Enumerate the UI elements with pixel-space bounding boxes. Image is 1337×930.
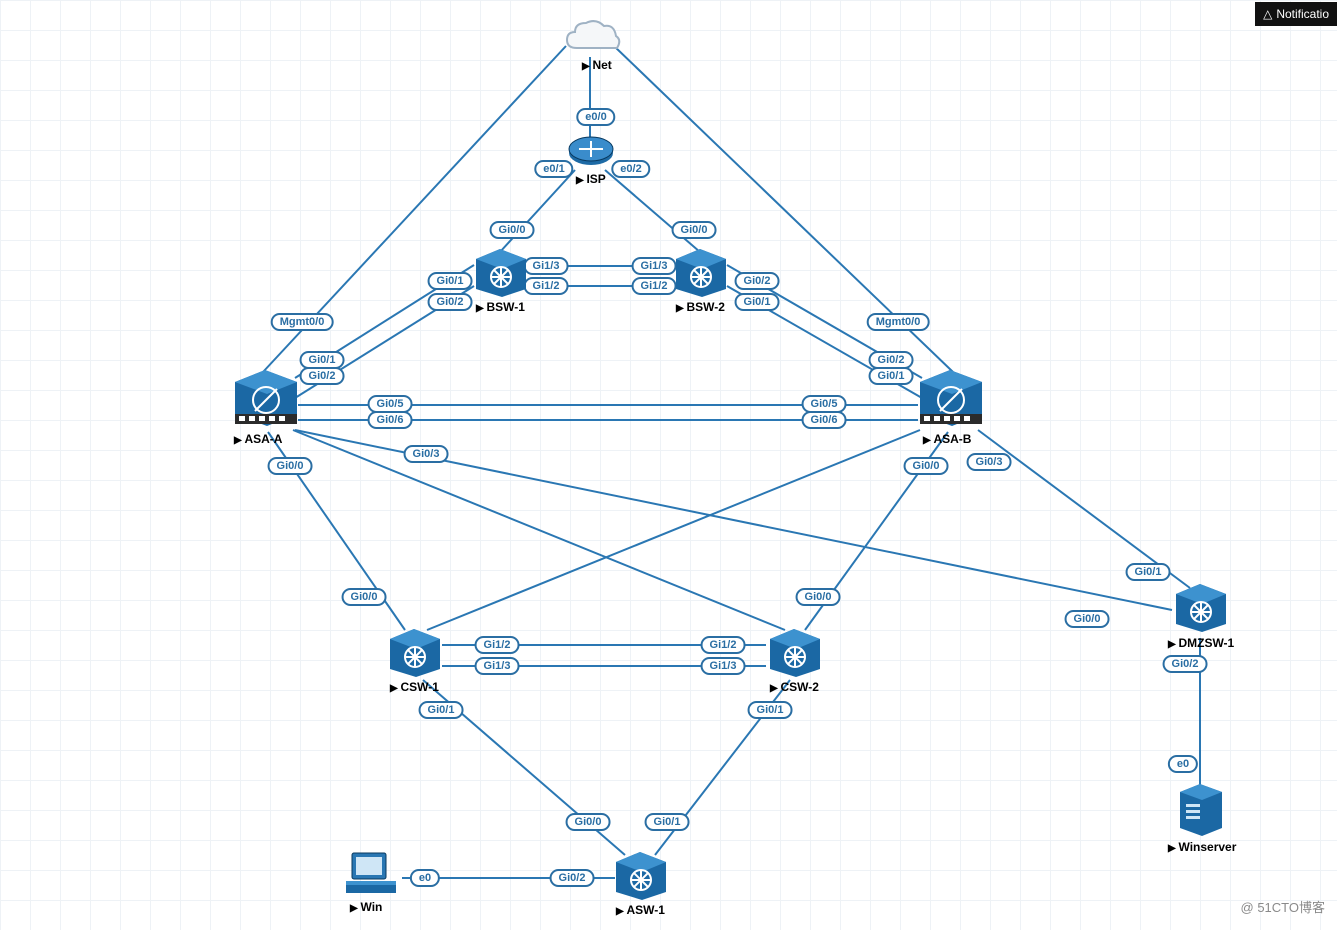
switch-csw1[interactable] — [386, 627, 444, 684]
port-label: Gi0/3 — [404, 445, 449, 463]
label-bsw2: BSW-2 — [676, 300, 725, 314]
port-label: Gi0/2 — [428, 293, 473, 311]
port-label: Gi0/0 — [672, 221, 717, 239]
port-label: Gi1/2 — [475, 636, 520, 654]
cloud-net[interactable] — [562, 18, 622, 63]
label-win: Win — [350, 900, 382, 914]
link-isp-bsw1[interactable] — [500, 170, 575, 252]
port-label: Gi1/3 — [475, 657, 520, 675]
port-label: Gi1/3 — [524, 257, 569, 275]
port-label: Gi0/1 — [1126, 563, 1171, 581]
switch-asw1[interactable] — [612, 850, 670, 907]
pc-win[interactable] — [344, 847, 404, 904]
port-label: Gi0/0 — [1065, 610, 1110, 628]
firewall-asa-a[interactable] — [231, 368, 301, 435]
port-label: Gi1/3 — [632, 257, 677, 275]
bell-icon: △ — [1263, 7, 1272, 21]
switch-bsw2[interactable] — [672, 247, 730, 304]
port-label: Gi0/0 — [268, 457, 313, 475]
port-label: Gi0/6 — [368, 411, 413, 429]
label-isp: ISP — [576, 172, 606, 186]
label-winserver: Winserver — [1168, 840, 1236, 854]
switch-dmzsw1[interactable] — [1172, 582, 1230, 639]
label-bsw1: BSW-1 — [476, 300, 525, 314]
port-label: Mgmt0/0 — [271, 313, 334, 331]
server-winserver[interactable] — [1176, 782, 1226, 843]
label-net: Net — [582, 58, 612, 72]
port-label: e0/2 — [611, 160, 650, 178]
port-label: Gi0/1 — [748, 701, 793, 719]
port-label: e0 — [1168, 755, 1198, 773]
notification-label: Notificatio — [1276, 7, 1329, 21]
port-label: Mgmt0/0 — [867, 313, 930, 331]
switch-bsw1[interactable] — [472, 247, 530, 304]
label-csw2: CSW-2 — [770, 680, 819, 694]
port-label: e0/0 — [576, 108, 615, 126]
label-dmzsw1: DMZSW-1 — [1168, 636, 1234, 650]
port-label: Gi0/3 — [967, 453, 1012, 471]
port-label: Gi0/0 — [796, 588, 841, 606]
port-label: Gi0/2 — [1163, 655, 1208, 673]
notification-button[interactable]: △ Notificatio — [1255, 2, 1337, 26]
port-label: Gi0/0 — [490, 221, 535, 239]
port-label: Gi0/0 — [904, 457, 949, 475]
port-label: Gi0/0 — [566, 813, 611, 831]
port-label: Gi0/1 — [645, 813, 690, 831]
watermark: @ 51CTO博客 — [1241, 897, 1325, 916]
label-csw1: CSW-1 — [390, 680, 439, 694]
port-label: e0 — [410, 869, 440, 887]
firewall-asa-b[interactable] — [916, 368, 986, 435]
port-label: Gi0/0 — [342, 588, 387, 606]
port-label: Gi0/1 — [419, 701, 464, 719]
link-asaB-csw1[interactable] — [427, 430, 920, 630]
port-label: Gi0/6 — [802, 411, 847, 429]
port-label: Gi0/1 — [428, 272, 473, 290]
port-label: Gi0/1 — [735, 293, 780, 311]
label-asw1: ASW-1 — [616, 903, 665, 917]
links-layer — [0, 0, 1337, 930]
link-isp-bsw2[interactable] — [605, 170, 700, 252]
port-label: Gi0/2 — [550, 869, 595, 887]
label-asa-a: ASA-A — [234, 432, 282, 446]
port-label: Gi1/2 — [701, 636, 746, 654]
switch-csw2[interactable] — [766, 627, 824, 684]
label-asa-b: ASA-B — [923, 432, 971, 446]
port-label: Gi1/2 — [524, 277, 569, 295]
port-label: Gi0/1 — [869, 367, 914, 385]
port-label: Gi0/2 — [735, 272, 780, 290]
port-label: Gi1/2 — [632, 277, 677, 295]
port-label: Gi1/3 — [701, 657, 746, 675]
router-isp[interactable] — [568, 135, 614, 176]
port-label: Gi0/2 — [300, 367, 345, 385]
